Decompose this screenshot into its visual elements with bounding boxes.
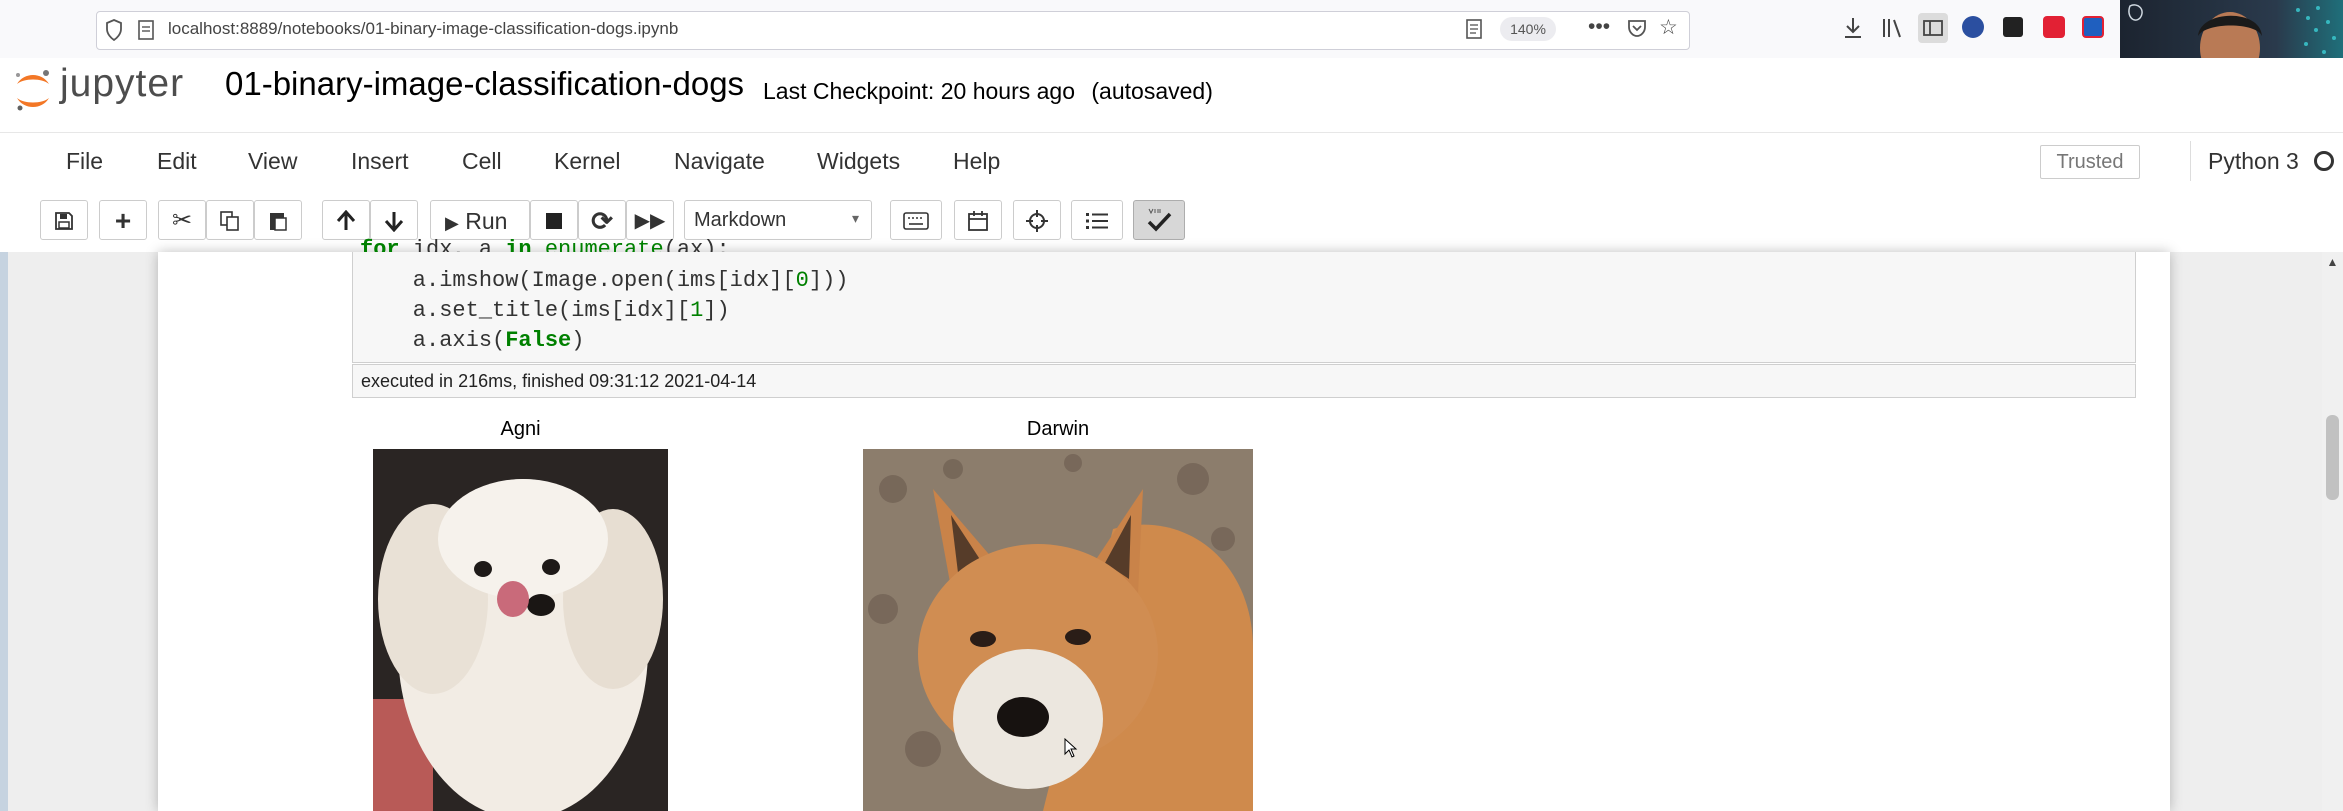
fast-forward-icon: ▶▶ <box>634 210 666 232</box>
move-cell-down-button[interactable] <box>370 200 418 240</box>
zoom-level-badge[interactable]: 140% <box>1500 17 1556 41</box>
sidebar-icon <box>1923 20 1943 36</box>
paste-icon <box>270 213 287 231</box>
menu-insert[interactable]: Insert <box>351 148 409 175</box>
image-title-agni: Agni <box>500 418 541 440</box>
paste-cell-button[interactable] <box>254 200 302 240</box>
menu-navigate[interactable]: Navigate <box>674 148 765 175</box>
run-label: Run <box>465 208 508 234</box>
menu-edit[interactable]: Edit <box>157 148 197 175</box>
interrupt-kernel-button[interactable] <box>530 200 578 240</box>
arrow-up-icon <box>336 209 356 230</box>
arrow-down-icon <box>384 212 404 233</box>
code-line-clipped: for idx, a in enumerate(ax): <box>360 237 730 252</box>
left-edge-panel <box>0 252 8 811</box>
restart-kernel-button[interactable]: ⟳ <box>578 200 626 240</box>
menu-kernel[interactable]: Kernel <box>554 148 620 175</box>
copy-icon <box>220 211 239 231</box>
cut-cell-button[interactable]: ✂ <box>158 200 206 240</box>
scroll-up-icon[interactable]: ▲ <box>2322 252 2343 272</box>
checkpoint-time: 20 hours ago <box>940 78 1075 104</box>
copy-cell-button[interactable] <box>206 200 254 240</box>
kernel-idle-indicator-icon <box>2314 151 2334 171</box>
checkpoint-label: Last Checkpoint: <box>763 78 935 104</box>
code-line: a.axis(False) <box>360 328 585 353</box>
save-icon <box>55 212 73 230</box>
image-title-darwin: Darwin <box>1026 418 1090 440</box>
crosshair-button[interactable] <box>1013 200 1061 240</box>
dog-image-agni <box>373 449 668 811</box>
scissors-icon: ✂ <box>171 207 193 234</box>
code-line: a.imshow(Image.open(ims[idx][0])) <box>360 268 849 293</box>
vertical-scrollbar[interactable] <box>2322 252 2343 811</box>
menu-widgets[interactable]: Widgets <box>817 148 900 175</box>
jupyter-logo-icon[interactable] <box>12 66 54 114</box>
menu-cell[interactable]: Cell <box>462 148 502 175</box>
kernel-name[interactable]: Python 3 <box>2208 148 2299 175</box>
sidebar-toggle-button[interactable] <box>1918 13 1948 43</box>
spellcheck-icon <box>1147 208 1172 232</box>
calendar-button[interactable] <box>954 200 1002 240</box>
reader-view-icon[interactable] <box>1465 19 1483 39</box>
table-of-contents-button[interactable] <box>1071 200 1123 240</box>
extension-dark-icon[interactable] <box>2003 17 2023 37</box>
crosshair-icon <box>1026 210 1048 232</box>
jupyter-logo-text[interactable]: jupyter <box>60 62 184 106</box>
stop-icon <box>546 213 562 229</box>
page-info-icon[interactable] <box>137 20 155 40</box>
list-icon <box>1086 213 1108 229</box>
plus-icon: + <box>114 205 132 236</box>
trusted-indicator[interactable]: Trusted <box>2040 145 2140 179</box>
checkpoint-status: Last Checkpoint: 20 hours ago (autosaved… <box>763 78 1213 105</box>
white-dog-photo <box>373 449 668 811</box>
command-palette-button[interactable] <box>890 200 942 240</box>
menu-view[interactable]: View <box>248 148 297 175</box>
chevron-down-icon: ▾ <box>852 210 860 226</box>
code-line: a.set_title(ims[idx][1]) <box>360 298 730 323</box>
keyboard-icon <box>903 212 929 230</box>
cell-type-value: Markdown <box>694 209 787 231</box>
pocket-icon[interactable] <box>1626 17 1648 39</box>
restart-run-all-button[interactable]: ▶▶ <box>626 200 674 240</box>
restart-icon: ⟳ <box>591 206 613 236</box>
download-icon[interactable] <box>1842 16 1864 40</box>
spellcheck-toggle-button[interactable] <box>1133 200 1185 240</box>
library-icon[interactable] <box>1880 16 1904 40</box>
move-cell-up-button[interactable] <box>322 200 370 240</box>
more-actions-icon[interactable]: ••• <box>1588 16 1610 37</box>
calendar-icon <box>968 211 988 231</box>
run-cell-button[interactable]: ▶ Run <box>430 200 530 240</box>
ublock-icon[interactable] <box>2043 16 2065 38</box>
shield-icon[interactable] <box>105 19 123 41</box>
save-button[interactable] <box>40 200 88 240</box>
mouse-cursor-icon <box>1064 738 1078 758</box>
dog-image-darwin <box>863 449 1253 811</box>
menubar-divider <box>2190 141 2191 181</box>
globe-extension-icon[interactable] <box>1962 16 1984 38</box>
shiba-dog-photo <box>863 449 1253 811</box>
execution-info-text: executed in 216ms, finished 09:31:12 202… <box>361 371 757 391</box>
notebook-title[interactable]: 01-binary-image-classification-dogs <box>225 65 744 103</box>
play-icon: ▶ <box>445 213 459 233</box>
clipped-line-text: for idx, a in enumerate(ax): <box>360 237 730 252</box>
url-text[interactable]: localhost:8889/notebooks/01-binary-image… <box>168 19 678 39</box>
menu-help[interactable]: Help <box>953 148 1000 175</box>
extension-blue-icon[interactable] <box>2082 16 2104 38</box>
autosave-status: (autosaved) <box>1091 78 1213 104</box>
menu-file[interactable]: File <box>66 148 103 175</box>
bookmark-star-icon[interactable]: ☆ <box>1659 17 1678 38</box>
scrollbar-thumb[interactable] <box>2326 415 2339 500</box>
insert-cell-button[interactable]: + <box>99 200 147 240</box>
